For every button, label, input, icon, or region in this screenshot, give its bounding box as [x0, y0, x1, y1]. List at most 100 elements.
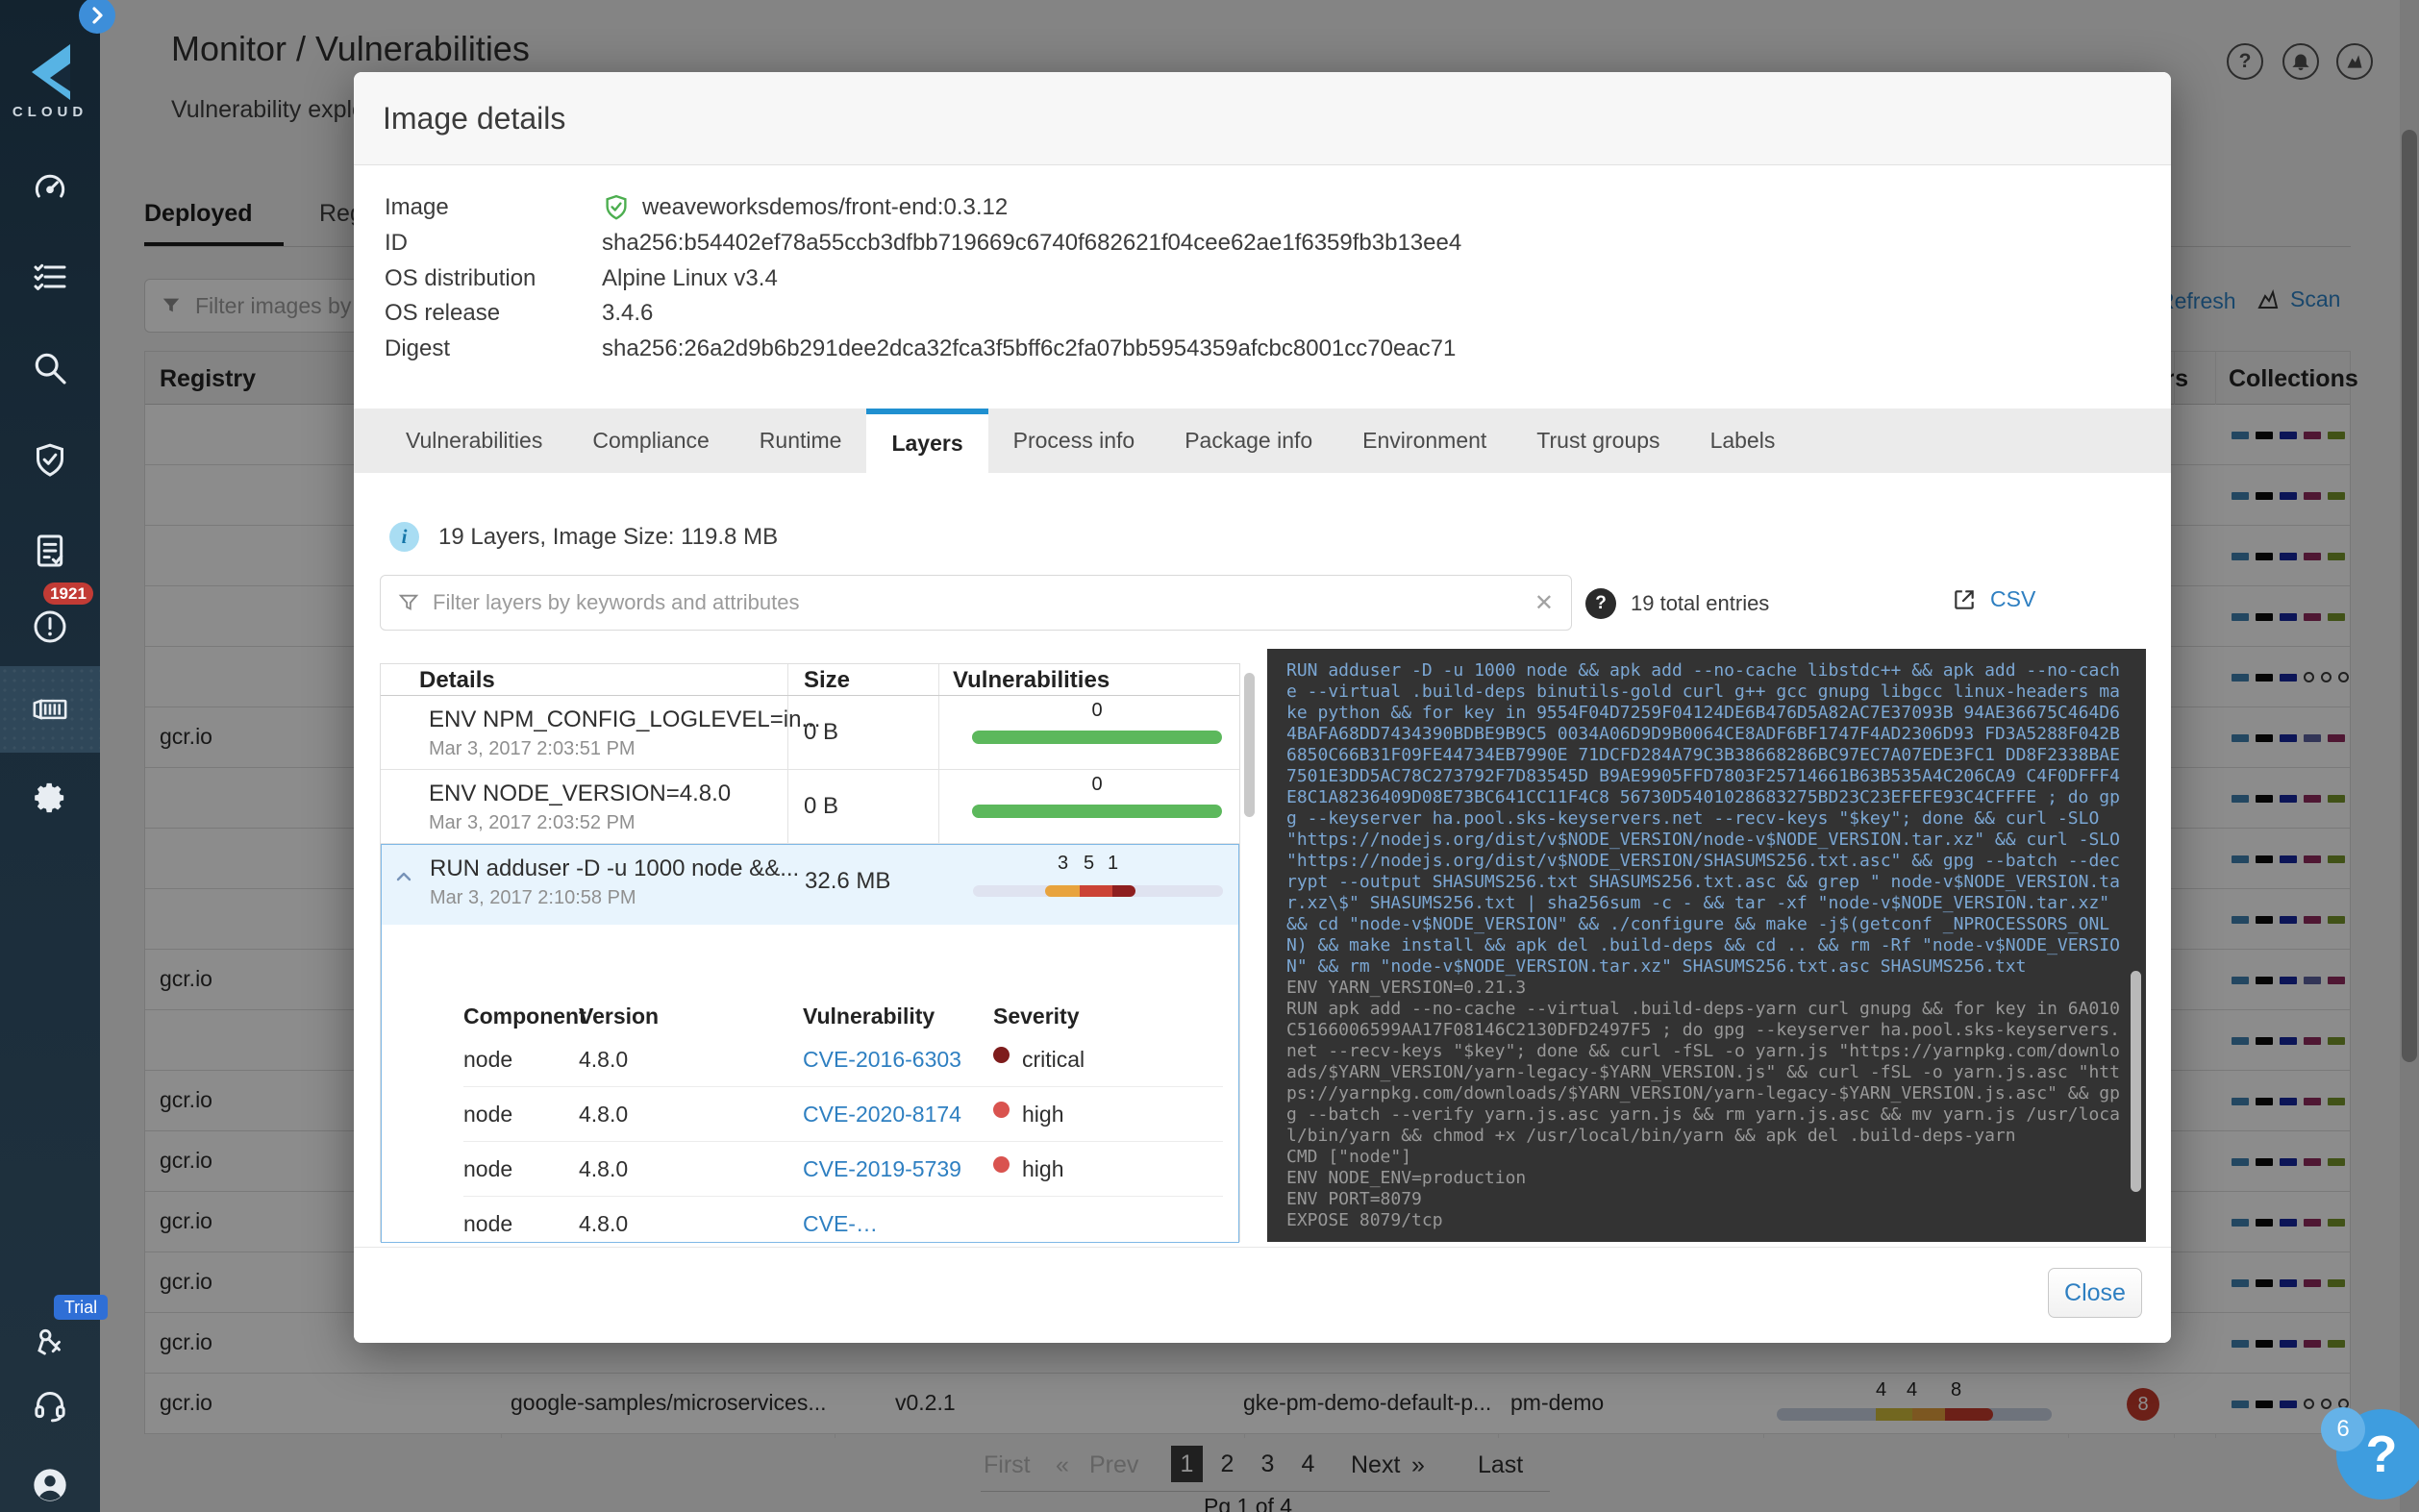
- column-header-severity: Severity: [993, 1004, 1080, 1029]
- logo-icon: [28, 43, 72, 101]
- field-value: Alpine Linux v3.4: [602, 265, 778, 292]
- image-name: weaveworksdemos/front-end:0.3.12: [642, 194, 1008, 221]
- field-label: OS release: [385, 300, 602, 327]
- clear-filter-icon[interactable]: ✕: [1534, 589, 1554, 617]
- gear-icon: [31, 779, 69, 817]
- field-label: Image: [385, 194, 602, 221]
- sidebar-item-credentials[interactable]: [0, 1325, 100, 1361]
- cve-link[interactable]: CVE-…: [803, 1211, 878, 1237]
- sidebar-item-dashboard[interactable]: [0, 167, 100, 206]
- sidebar-item-support[interactable]: [0, 1386, 100, 1425]
- modal-header: Image details: [354, 72, 2171, 165]
- alert-count-badge: 1921: [43, 582, 93, 605]
- cloud-logo: [0, 43, 100, 101]
- sidebar-item-search[interactable]: [0, 349, 100, 387]
- sidebar-item-settings[interactable]: [0, 779, 100, 817]
- container-icon: [30, 690, 70, 729]
- severity-dot: [993, 1047, 1010, 1063]
- close-button[interactable]: Close: [2048, 1268, 2142, 1318]
- component-row: node 4.8.0 CVE-…: [463, 1197, 1223, 1243]
- severity-label: critical: [1022, 1047, 1085, 1073]
- field-digest: Digest sha256:26a2d9b6b291dee2dca32fca3f…: [385, 331, 1456, 366]
- vulnerability-bar-clean: [972, 805, 1222, 818]
- tab-trust-groups[interactable]: Trust groups: [1511, 409, 1684, 473]
- sidebar-item-containers[interactable]: [0, 690, 100, 729]
- csv-export[interactable]: CSV: [1952, 586, 2035, 612]
- layer-row[interactable]: ENV NODE_VERSION=4.8.0 Mar 3, 2017 2:03:…: [381, 770, 1239, 844]
- vuln-segment-medium: [1045, 885, 1080, 897]
- collapse-caret-icon[interactable]: [395, 870, 412, 883]
- filter-help-icon[interactable]: ?: [1585, 588, 1616, 619]
- field-value: sha256:b54402ef78a55ccb3dfbb719669c6740f…: [602, 230, 1461, 257]
- component-name: node: [463, 1047, 512, 1073]
- layers-table: Details Size Vulnerabilities ENV NPM_CON…: [380, 663, 1240, 1242]
- tab-layers[interactable]: Layers: [866, 409, 987, 473]
- tab-runtime[interactable]: Runtime: [735, 409, 867, 473]
- field-value: 3.4.6: [602, 300, 653, 327]
- field-id: ID sha256:b54402ef78a55ccb3dfbb719669c67…: [385, 225, 1461, 260]
- component-name: node: [463, 1211, 512, 1237]
- document-check-icon: [31, 532, 69, 570]
- component-version: 4.8.0: [579, 1211, 628, 1237]
- tab-labels[interactable]: Labels: [1685, 409, 1801, 473]
- sidebar-expand-button[interactable]: [79, 0, 115, 34]
- field-image: Image weaveworksdemos/front-end:0.3.12: [385, 189, 1008, 225]
- component-version: 4.8.0: [579, 1156, 628, 1182]
- sidebar-item-defend[interactable]: [0, 441, 100, 480]
- cve-link[interactable]: CVE-2020-8174: [803, 1102, 961, 1128]
- layer-command: RUN adduser -D -u 1000 node &&...: [430, 855, 799, 882]
- sidebar-item-profile[interactable]: [0, 1466, 100, 1504]
- vuln-segment-critical: [1112, 885, 1135, 897]
- gauge-icon: [31, 167, 69, 206]
- component-version: 4.8.0: [579, 1047, 628, 1073]
- field-label: Digest: [385, 335, 602, 362]
- component-row: node4.8.0CVE-2019-5739high: [463, 1142, 1223, 1197]
- layer-size: 0 B: [804, 793, 838, 820]
- cve-link[interactable]: CVE-2019-5739: [803, 1156, 961, 1182]
- sidebar-item-policies[interactable]: [0, 258, 100, 296]
- component-version: 4.8.0: [579, 1102, 628, 1128]
- field-os-release: OS release 3.4.6: [385, 295, 653, 331]
- tab-vulnerabilities[interactable]: Vulnerabilities: [381, 409, 567, 473]
- layer-row[interactable]: ENV NPM_CONFIG_LOGLEVEL=in... Mar 3, 201…: [381, 696, 1239, 770]
- column-header-size[interactable]: Size: [804, 667, 850, 694]
- tab-environment[interactable]: Environment: [1337, 409, 1511, 473]
- cve-link[interactable]: CVE-2016-6303: [803, 1047, 961, 1073]
- tab-process-info[interactable]: Process info: [988, 409, 1160, 473]
- layer-command: ENV NPM_CONFIG_LOGLEVEL=in...: [429, 706, 820, 733]
- alert-circle-icon: [31, 607, 69, 646]
- tab-compliance[interactable]: Compliance: [567, 409, 734, 473]
- trial-badge: Trial: [54, 1295, 108, 1320]
- logo-text: CLOUD: [0, 104, 100, 120]
- checklist-icon: [31, 258, 69, 296]
- layers-filter-placeholder: Filter layers by keywords and attributes: [433, 590, 1521, 615]
- column-header-vulnerability: Vulnerability: [803, 1004, 935, 1029]
- export-icon: [1952, 587, 1977, 612]
- tab-package-info[interactable]: Package info: [1160, 409, 1337, 473]
- layers-scrollbar[interactable]: [1243, 663, 1256, 1242]
- column-header-vulnerabilities[interactable]: Vulnerabilities: [953, 667, 1110, 694]
- sidebar-item-alerts[interactable]: [0, 607, 100, 646]
- csv-link[interactable]: CSV: [1990, 586, 2035, 612]
- layer-date: Mar 3, 2017 2:03:51 PM: [429, 738, 636, 760]
- layers-filter-input[interactable]: Filter layers by keywords and attributes…: [380, 575, 1572, 631]
- terminal-highlighted-command: RUN adduser -D -u 1000 node && apk add -…: [1286, 660, 2131, 977]
- sidebar-item-compliance[interactable]: [0, 532, 100, 570]
- column-header-details[interactable]: Details: [419, 667, 495, 694]
- terminal-scrollbar-thumb[interactable]: [2131, 971, 2141, 1192]
- layer-row-selected[interactable]: RUN adduser -D -u 1000 node &&... Mar 3,…: [382, 845, 1238, 925]
- vulnerability-bar: [973, 885, 1223, 897]
- layer-command: ENV NODE_VERSION=4.8.0: [429, 781, 731, 807]
- column-header-component: Component: [463, 1004, 586, 1029]
- image-details-modal: Image details Image weaveworksdemos/fron…: [354, 72, 2171, 1343]
- modal-tabs: Vulnerabilities Compliance Runtime Layer…: [354, 409, 2171, 473]
- terminal-remaining-commands: ENV YARN_VERSION=0.21.3 RUN apk add --no…: [1286, 978, 2120, 1230]
- terminal-scrollbar[interactable]: [2131, 649, 2142, 1242]
- layers-scrollbar-thumb[interactable]: [1244, 673, 1255, 817]
- severity-label: high: [1022, 1102, 1063, 1128]
- help-fab-count-badge: 6: [2321, 1407, 2365, 1451]
- shield-check-icon: [31, 441, 69, 480]
- layer-size: 32.6 MB: [805, 868, 890, 895]
- keys-icon: [32, 1325, 68, 1361]
- layer-row-expanded[interactable]: RUN adduser -D -u 1000 node &&... Mar 3,…: [381, 844, 1239, 1243]
